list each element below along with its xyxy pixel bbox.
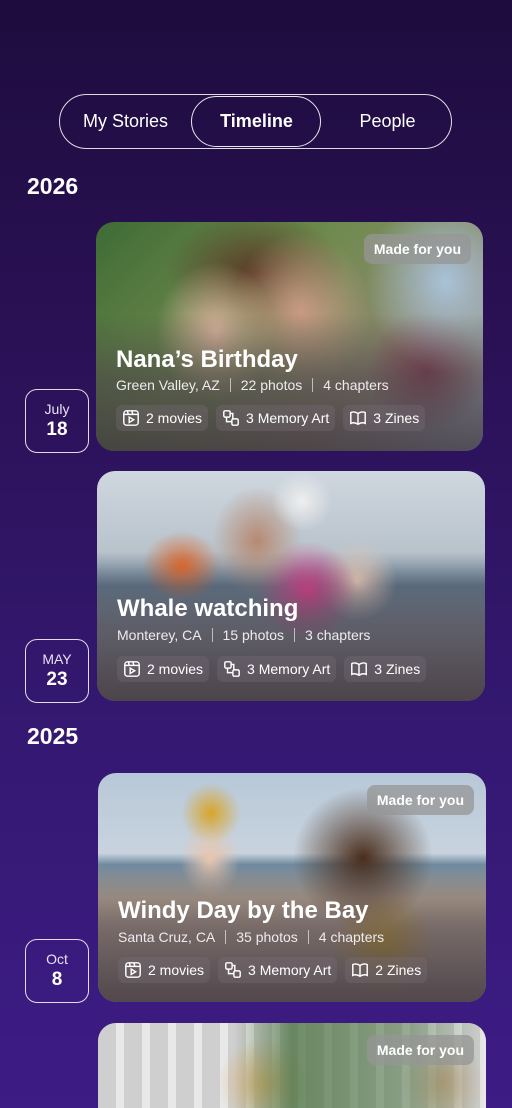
movie-icon bbox=[123, 410, 139, 426]
date-day: 18 bbox=[46, 419, 68, 440]
story-chapter-count: 4 chapters bbox=[323, 377, 389, 393]
date-day: 8 bbox=[51, 969, 63, 990]
meta-divider bbox=[229, 378, 231, 392]
zines-chip[interactable]: 3 Zines bbox=[344, 656, 427, 682]
memory-art-chip[interactable]: 3 Memory Art bbox=[216, 405, 336, 431]
memory-art-icon bbox=[224, 661, 240, 677]
date-month: Oct bbox=[46, 951, 68, 967]
memory-art-icon bbox=[225, 962, 241, 978]
year-heading-2026: 2026 bbox=[27, 173, 79, 199]
story-card-partial[interactable]: Made for you bbox=[98, 1023, 486, 1108]
story-assets: 2 movies 3 Memory Art 2 Zines bbox=[118, 957, 428, 983]
memory-art-label: 3 Memory Art bbox=[248, 962, 332, 978]
zine-book-icon bbox=[352, 963, 369, 978]
zines-chip[interactable]: 3 Zines bbox=[343, 405, 426, 431]
movies-chip[interactable]: 2 movies bbox=[117, 656, 210, 682]
story-card-whale-watching[interactable]: Whale watching Monterey, CA 15 photos 3 … bbox=[97, 471, 485, 701]
story-card-nanas-birthday[interactable]: Made for you Nana’s Birthday Green Valle… bbox=[96, 222, 483, 451]
story-chapter-count: 4 chapters bbox=[318, 929, 385, 945]
story-photo-count: 22 photos bbox=[240, 377, 303, 393]
zines-label: 2 Zines bbox=[375, 962, 422, 978]
story-chapter-count: 3 chapters bbox=[305, 627, 371, 643]
movie-icon bbox=[124, 661, 140, 677]
zines-label: 3 Zines bbox=[373, 410, 420, 426]
story-card-windy-day-by-the-bay[interactable]: Made for you Windy Day by the Bay Santa … bbox=[98, 773, 486, 1002]
story-title: Whale watching bbox=[117, 595, 299, 622]
story-assets: 2 movies 3 Memory Art 3 Zines bbox=[116, 405, 426, 431]
memory-art-label: 3 Memory Art bbox=[247, 661, 331, 677]
meta-divider bbox=[294, 628, 296, 642]
zines-chip[interactable]: 2 Zines bbox=[345, 957, 428, 983]
zine-book-icon bbox=[350, 411, 367, 426]
meta-divider bbox=[312, 378, 314, 392]
memory-art-chip[interactable]: 3 Memory Art bbox=[218, 957, 338, 983]
story-location: Green Valley, AZ bbox=[116, 377, 220, 393]
memory-art-icon bbox=[223, 410, 239, 426]
date-month: July bbox=[44, 401, 70, 417]
movie-icon bbox=[125, 962, 141, 978]
tab-timeline[interactable]: Timeline bbox=[191, 95, 322, 148]
story-location: Santa Cruz, CA bbox=[118, 929, 216, 945]
story-title: Windy Day by the Bay bbox=[118, 897, 369, 924]
story-title: Nana’s Birthday bbox=[116, 346, 298, 373]
meta-divider bbox=[211, 628, 213, 642]
meta-divider bbox=[307, 930, 309, 944]
story-meta: Monterey, CA 15 photos 3 chapters bbox=[117, 627, 370, 643]
story-meta: Green Valley, AZ 22 photos 4 chapters bbox=[116, 377, 389, 393]
story-location: Monterey, CA bbox=[117, 627, 202, 643]
made-for-you-badge: Made for you bbox=[366, 1035, 474, 1065]
zines-label: 3 Zines bbox=[374, 661, 421, 677]
made-for-you-badge: Made for you bbox=[363, 234, 471, 264]
year-heading-2025: 2025 bbox=[27, 723, 79, 749]
meta-divider bbox=[225, 930, 227, 944]
movies-label: 2 movies bbox=[147, 661, 204, 677]
movies-label: 2 movies bbox=[148, 962, 205, 978]
movies-chip[interactable]: 2 movies bbox=[116, 405, 209, 431]
memory-art-label: 3 Memory Art bbox=[246, 410, 330, 426]
zine-book-icon bbox=[351, 662, 368, 677]
tab-my-stories[interactable]: My Stories bbox=[60, 95, 191, 148]
date-day: 23 bbox=[46, 669, 68, 690]
date-badge: MAY 23 bbox=[25, 639, 89, 703]
date-month: MAY bbox=[42, 651, 72, 667]
date-badge: July 18 bbox=[25, 389, 89, 453]
date-badge: Oct 8 bbox=[25, 939, 89, 1003]
tab-people[interactable]: People bbox=[322, 95, 453, 148]
view-segmented-control: My Stories Timeline People bbox=[59, 94, 452, 149]
story-photo-count: 15 photos bbox=[222, 627, 285, 643]
movies-chip[interactable]: 2 movies bbox=[118, 957, 211, 983]
story-photo-count: 35 photos bbox=[236, 929, 298, 945]
story-meta: Santa Cruz, CA 35 photos 4 chapters bbox=[118, 929, 384, 945]
made-for-you-badge: Made for you bbox=[366, 785, 474, 815]
memory-art-chip[interactable]: 3 Memory Art bbox=[217, 656, 337, 682]
movies-label: 2 movies bbox=[146, 410, 203, 426]
story-assets: 2 movies 3 Memory Art 3 Zines bbox=[117, 656, 427, 682]
